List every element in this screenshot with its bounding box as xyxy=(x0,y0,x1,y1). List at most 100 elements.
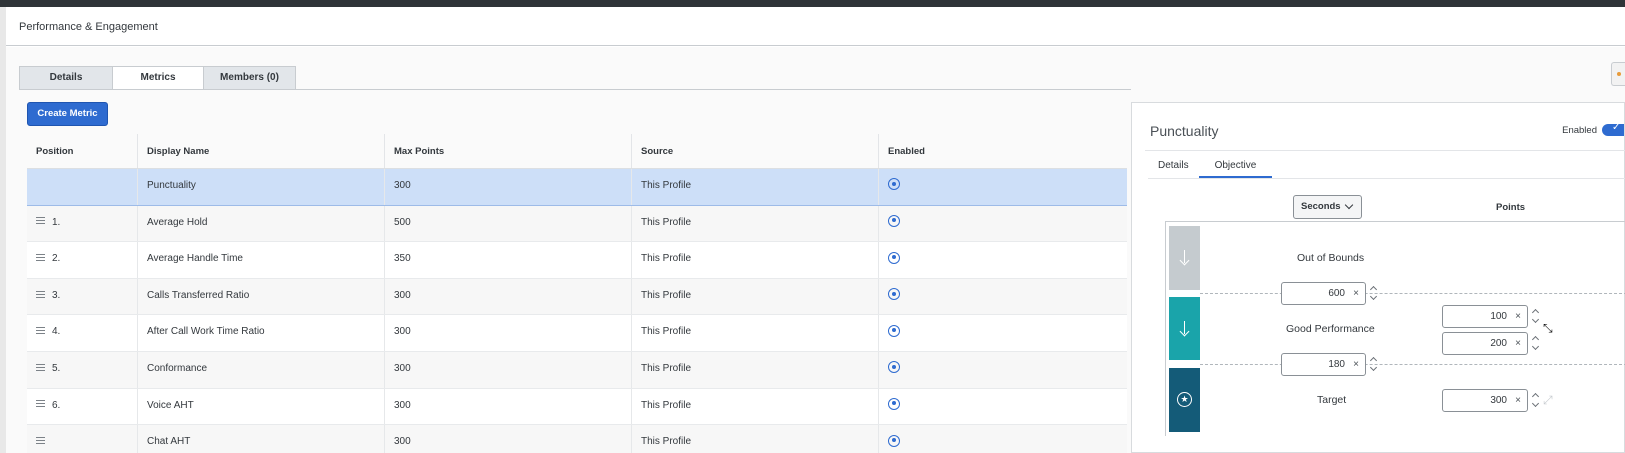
table-row[interactable]: 5. Conformance 300 This Profile xyxy=(27,351,1127,389)
max-points-cell: 300 xyxy=(385,278,632,315)
good-min-points-value: 100 xyxy=(1490,311,1507,322)
enabled-radio-icon[interactable] xyxy=(888,434,900,447)
table-row[interactable]: 3. Calls Transferred Ratio 300 This Prof… xyxy=(27,278,1127,316)
enabled-radio-icon[interactable] xyxy=(888,178,900,191)
target-points-value: 300 xyxy=(1490,395,1507,406)
display-name-cell: Chat AHT xyxy=(138,425,385,453)
clear-icon[interactable]: × xyxy=(1353,354,1359,375)
main-content: Details Metrics Members (0) Create Metri… xyxy=(6,47,1625,453)
position-number: 3. xyxy=(52,289,61,301)
max-points-cell: 300 xyxy=(385,169,632,205)
good-max-points-stepper[interactable] xyxy=(1531,334,1540,352)
position-cell: 1. xyxy=(27,205,138,242)
display-name-cell: Average Hold xyxy=(138,205,385,242)
table-row[interactable]: 1. Average Hold 500 This Profile xyxy=(27,205,1127,243)
display-name-cell: Punctuality xyxy=(138,169,385,205)
unit-dropdown-value: Seconds xyxy=(1301,201,1341,212)
app-window: Performance & Engagement Details Metrics… xyxy=(6,7,1625,453)
tab-details[interactable]: Details xyxy=(19,66,113,90)
clear-icon[interactable]: × xyxy=(1515,390,1521,411)
max-points-cell: 300 xyxy=(385,388,632,425)
display-name-cell: Conformance xyxy=(138,351,385,388)
table-row[interactable]: Punctuality 300 This Profile xyxy=(27,169,1127,206)
drag-handle-icon[interactable] xyxy=(36,363,45,371)
position-number: 2. xyxy=(52,253,61,265)
good-min-points-input[interactable]: 100 × xyxy=(1442,305,1528,328)
lower-threshold-stepper[interactable] xyxy=(1369,355,1378,373)
enabled-label: Enabled xyxy=(1562,124,1597,136)
position-cell: 2. xyxy=(27,242,138,278)
tab-members[interactable]: Members (0) xyxy=(203,66,296,90)
column-header-display-name[interactable]: Display Name xyxy=(138,134,385,168)
panel-tab-details[interactable]: Details xyxy=(1148,156,1199,178)
enabled-toggle[interactable] xyxy=(1602,122,1624,136)
create-metric-button[interactable]: Create Metric xyxy=(27,102,108,126)
column-header-max-points[interactable]: Max Points xyxy=(385,134,632,168)
source-cell: This Profile xyxy=(632,315,879,351)
max-points-cell: 300 xyxy=(385,425,632,453)
panel-tab-objective[interactable]: Objective xyxy=(1198,156,1273,178)
column-header-position[interactable]: Position xyxy=(27,134,138,168)
clear-icon[interactable]: × xyxy=(1515,306,1521,327)
page-title: Performance & Engagement xyxy=(6,7,1625,46)
table-row[interactable]: 4. After Call Work Time Ratio 300 This P… xyxy=(27,315,1127,352)
threshold-divider xyxy=(1200,293,1625,294)
column-header-enabled[interactable]: Enabled xyxy=(879,134,1127,168)
good-max-points-input[interactable]: 200 × xyxy=(1442,332,1528,355)
unit-dropdown[interactable]: Seconds xyxy=(1293,195,1362,219)
objective-grid: ★ Out of Bounds Good Performance Target … xyxy=(1165,221,1625,436)
threshold-divider xyxy=(1200,364,1625,365)
enabled-radio-icon[interactable] xyxy=(888,397,900,410)
max-points-cell: 300 xyxy=(385,351,632,388)
enabled-radio-icon[interactable] xyxy=(888,251,900,264)
metric-detail-panel: Punctuality Enabled Details Objective Se… xyxy=(1131,102,1625,453)
lower-threshold-input[interactable]: 180 × xyxy=(1281,353,1366,376)
good-min-points-stepper[interactable] xyxy=(1531,307,1540,325)
enabled-radio-icon[interactable] xyxy=(888,214,900,227)
panel-tabs-divider xyxy=(1148,178,1625,179)
max-points-cell: 350 xyxy=(385,242,632,278)
out-of-bounds-band xyxy=(1169,226,1200,290)
notification-dot-icon xyxy=(1617,72,1621,76)
drag-handle-icon[interactable] xyxy=(36,327,45,335)
table-row[interactable]: 2. Average Handle Time 350 This Profile xyxy=(27,242,1127,279)
panel-divider xyxy=(1145,150,1625,151)
target-points-input[interactable]: 300 × xyxy=(1442,389,1528,412)
top-bar xyxy=(0,0,1625,7)
target-band: ★ xyxy=(1169,368,1200,432)
drag-handle-icon[interactable] xyxy=(36,400,45,408)
notification-button[interactable] xyxy=(1611,62,1625,86)
out-of-bounds-label: Out of Bounds xyxy=(1297,252,1365,264)
tab-metrics[interactable]: Metrics xyxy=(112,66,204,90)
clear-icon[interactable]: × xyxy=(1353,283,1359,304)
points-header: Points xyxy=(1496,202,1526,213)
target-points-stepper[interactable] xyxy=(1531,391,1540,409)
drag-handle-icon[interactable] xyxy=(36,437,45,445)
enabled-radio-icon[interactable] xyxy=(888,324,900,337)
upper-threshold-stepper[interactable] xyxy=(1369,284,1378,302)
table-row[interactable]: 6. Voice AHT 300 This Profile xyxy=(27,388,1127,426)
enabled-cell xyxy=(879,352,1127,388)
drag-handle-icon[interactable] xyxy=(36,290,45,298)
enabled-cell xyxy=(879,242,1127,278)
enabled-radio-icon[interactable] xyxy=(888,361,900,374)
clear-icon[interactable]: × xyxy=(1515,333,1521,354)
enabled-radio-icon[interactable] xyxy=(888,288,900,301)
drag-handle-icon[interactable] xyxy=(36,217,45,225)
position-number: 6. xyxy=(52,399,61,411)
enabled-cell xyxy=(879,169,1127,205)
good-max-points-value: 200 xyxy=(1490,338,1507,349)
position-cell: 6. xyxy=(27,388,138,425)
display-name-cell: Voice AHT xyxy=(138,388,385,425)
enabled-cell xyxy=(879,206,1127,242)
table-row[interactable]: Chat AHT 300 This Profile xyxy=(27,425,1127,453)
table-header: Position Display Name Max Points Source … xyxy=(27,134,1127,169)
position-cell xyxy=(27,425,138,453)
expand-range-icon[interactable]: ⤢ xyxy=(1543,394,1555,406)
column-header-source[interactable]: Source xyxy=(632,134,879,168)
panel-title: Punctuality xyxy=(1150,123,1219,139)
upper-threshold-input[interactable]: 600 × xyxy=(1281,282,1366,305)
collapse-range-icon[interactable]: ⤡ xyxy=(1543,322,1555,334)
metrics-table: Position Display Name Max Points Source … xyxy=(27,134,1127,453)
drag-handle-icon[interactable] xyxy=(36,254,45,262)
